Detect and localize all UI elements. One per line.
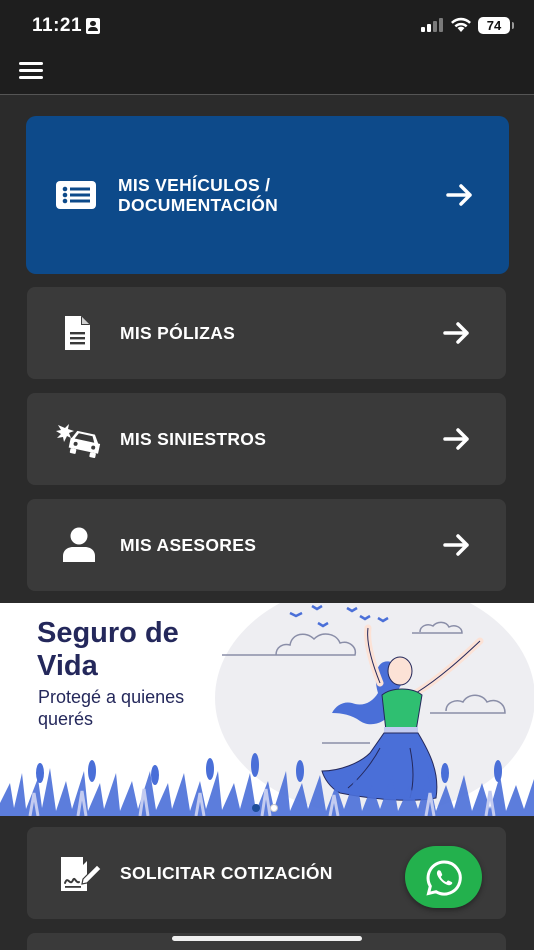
- car-crash-icon: [56, 424, 101, 459]
- hamburger-menu-icon[interactable]: [19, 62, 43, 80]
- claims-card[interactable]: MIS SINIESTROS: [27, 393, 506, 485]
- carousel-dot-active[interactable]: [252, 804, 260, 812]
- banner-subtitle: Protegé a quienes querés: [38, 687, 185, 729]
- card-label-advisors: MIS ASESORES: [120, 535, 257, 555]
- cellular-signal-icon: [421, 18, 445, 32]
- arrow-right-icon: [443, 322, 469, 344]
- whatsapp-button[interactable]: [405, 846, 482, 908]
- home-indicator[interactable]: [172, 936, 362, 941]
- banner-title: Seguro de Vida: [37, 617, 179, 682]
- battery-indicator: 74: [478, 17, 514, 34]
- signature-icon: [61, 857, 101, 891]
- wifi-icon: [451, 17, 471, 32]
- policies-card[interactable]: MIS PÓLIZAS: [27, 287, 506, 379]
- vehicles-documentation-card[interactable]: MIS VEHÍCULOS / DOCUMENTACIÓN: [26, 116, 509, 274]
- card-label-vehicles: MIS VEHÍCULOS / DOCUMENTACIÓN: [118, 175, 279, 215]
- carousel-pagination: [252, 799, 284, 816]
- status-time: 11:21: [32, 15, 83, 36]
- card-label-policies: MIS PÓLIZAS: [120, 323, 236, 343]
- arrow-right-icon: [443, 534, 469, 556]
- arrow-right-icon: [443, 428, 469, 450]
- document-icon: [65, 316, 90, 350]
- status-bar: 11:21 74: [0, 0, 534, 50]
- app-header: [0, 50, 534, 95]
- id-card-list-icon: [56, 181, 96, 209]
- promo-banner-carousel[interactable]: Seguro de Vida Protegé a quienes querés: [0, 603, 534, 816]
- card-label-claims: MIS SINIESTROS: [120, 429, 267, 449]
- carousel-dot[interactable]: [270, 804, 279, 812]
- arrow-right-icon: [446, 184, 472, 206]
- user-icon: [63, 527, 95, 562]
- whatsapp-icon: [426, 860, 462, 896]
- card-label-quote: SOLICITAR COTIZACIÓN: [120, 863, 333, 883]
- advisors-card[interactable]: MIS ASESORES: [27, 499, 506, 591]
- contact-card-icon: [86, 18, 100, 34]
